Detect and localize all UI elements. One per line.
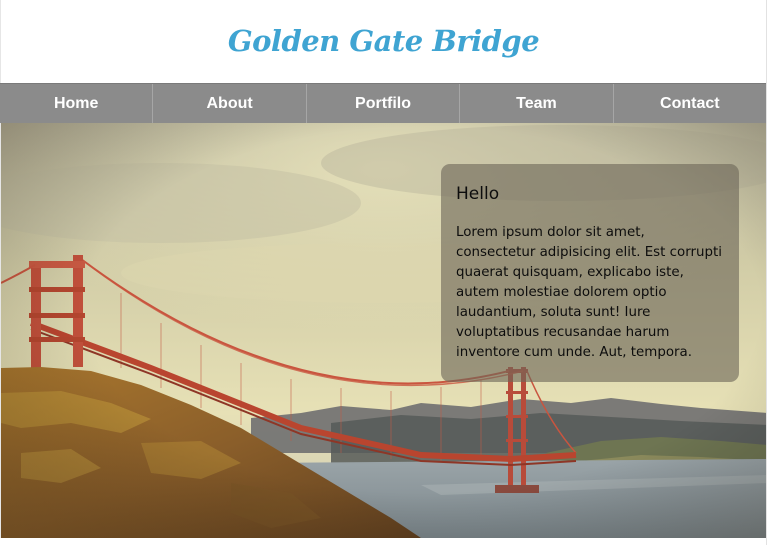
site-title: Golden Gate Bridge: [227, 23, 540, 58]
panel-body-text: Lorem ipsum dolor sit amet, consectetur …: [456, 225, 722, 360]
nav-item-home[interactable]: Home: [0, 84, 154, 123]
nav-item-label: About: [206, 94, 253, 112]
nav-item-label: Team: [516, 94, 557, 112]
nav-item-contact[interactable]: Contact: [614, 84, 766, 123]
page: Golden Gate Bridge Home About Portfilo T…: [0, 0, 767, 545]
hello-panel: Hello Lorem ipsum dolor sit amet, consec…: [441, 164, 739, 382]
nav-item-label: Portfilo: [355, 94, 412, 112]
nav-item-about[interactable]: About: [153, 84, 307, 123]
nav-item-label: Contact: [660, 94, 720, 112]
nav-item-portfolio[interactable]: Portfilo: [307, 84, 461, 123]
nav-item-label: Home: [53, 94, 99, 112]
main-nav: Home About Portfilo Team Contact: [0, 83, 766, 123]
panel-title: Hello: [456, 184, 500, 204]
site-header: Golden Gate Bridge: [0, 0, 766, 83]
nav-item-team[interactable]: Team: [460, 84, 614, 123]
hero-section: Hello Lorem ipsum dolor sit amet, consec…: [0, 123, 766, 538]
